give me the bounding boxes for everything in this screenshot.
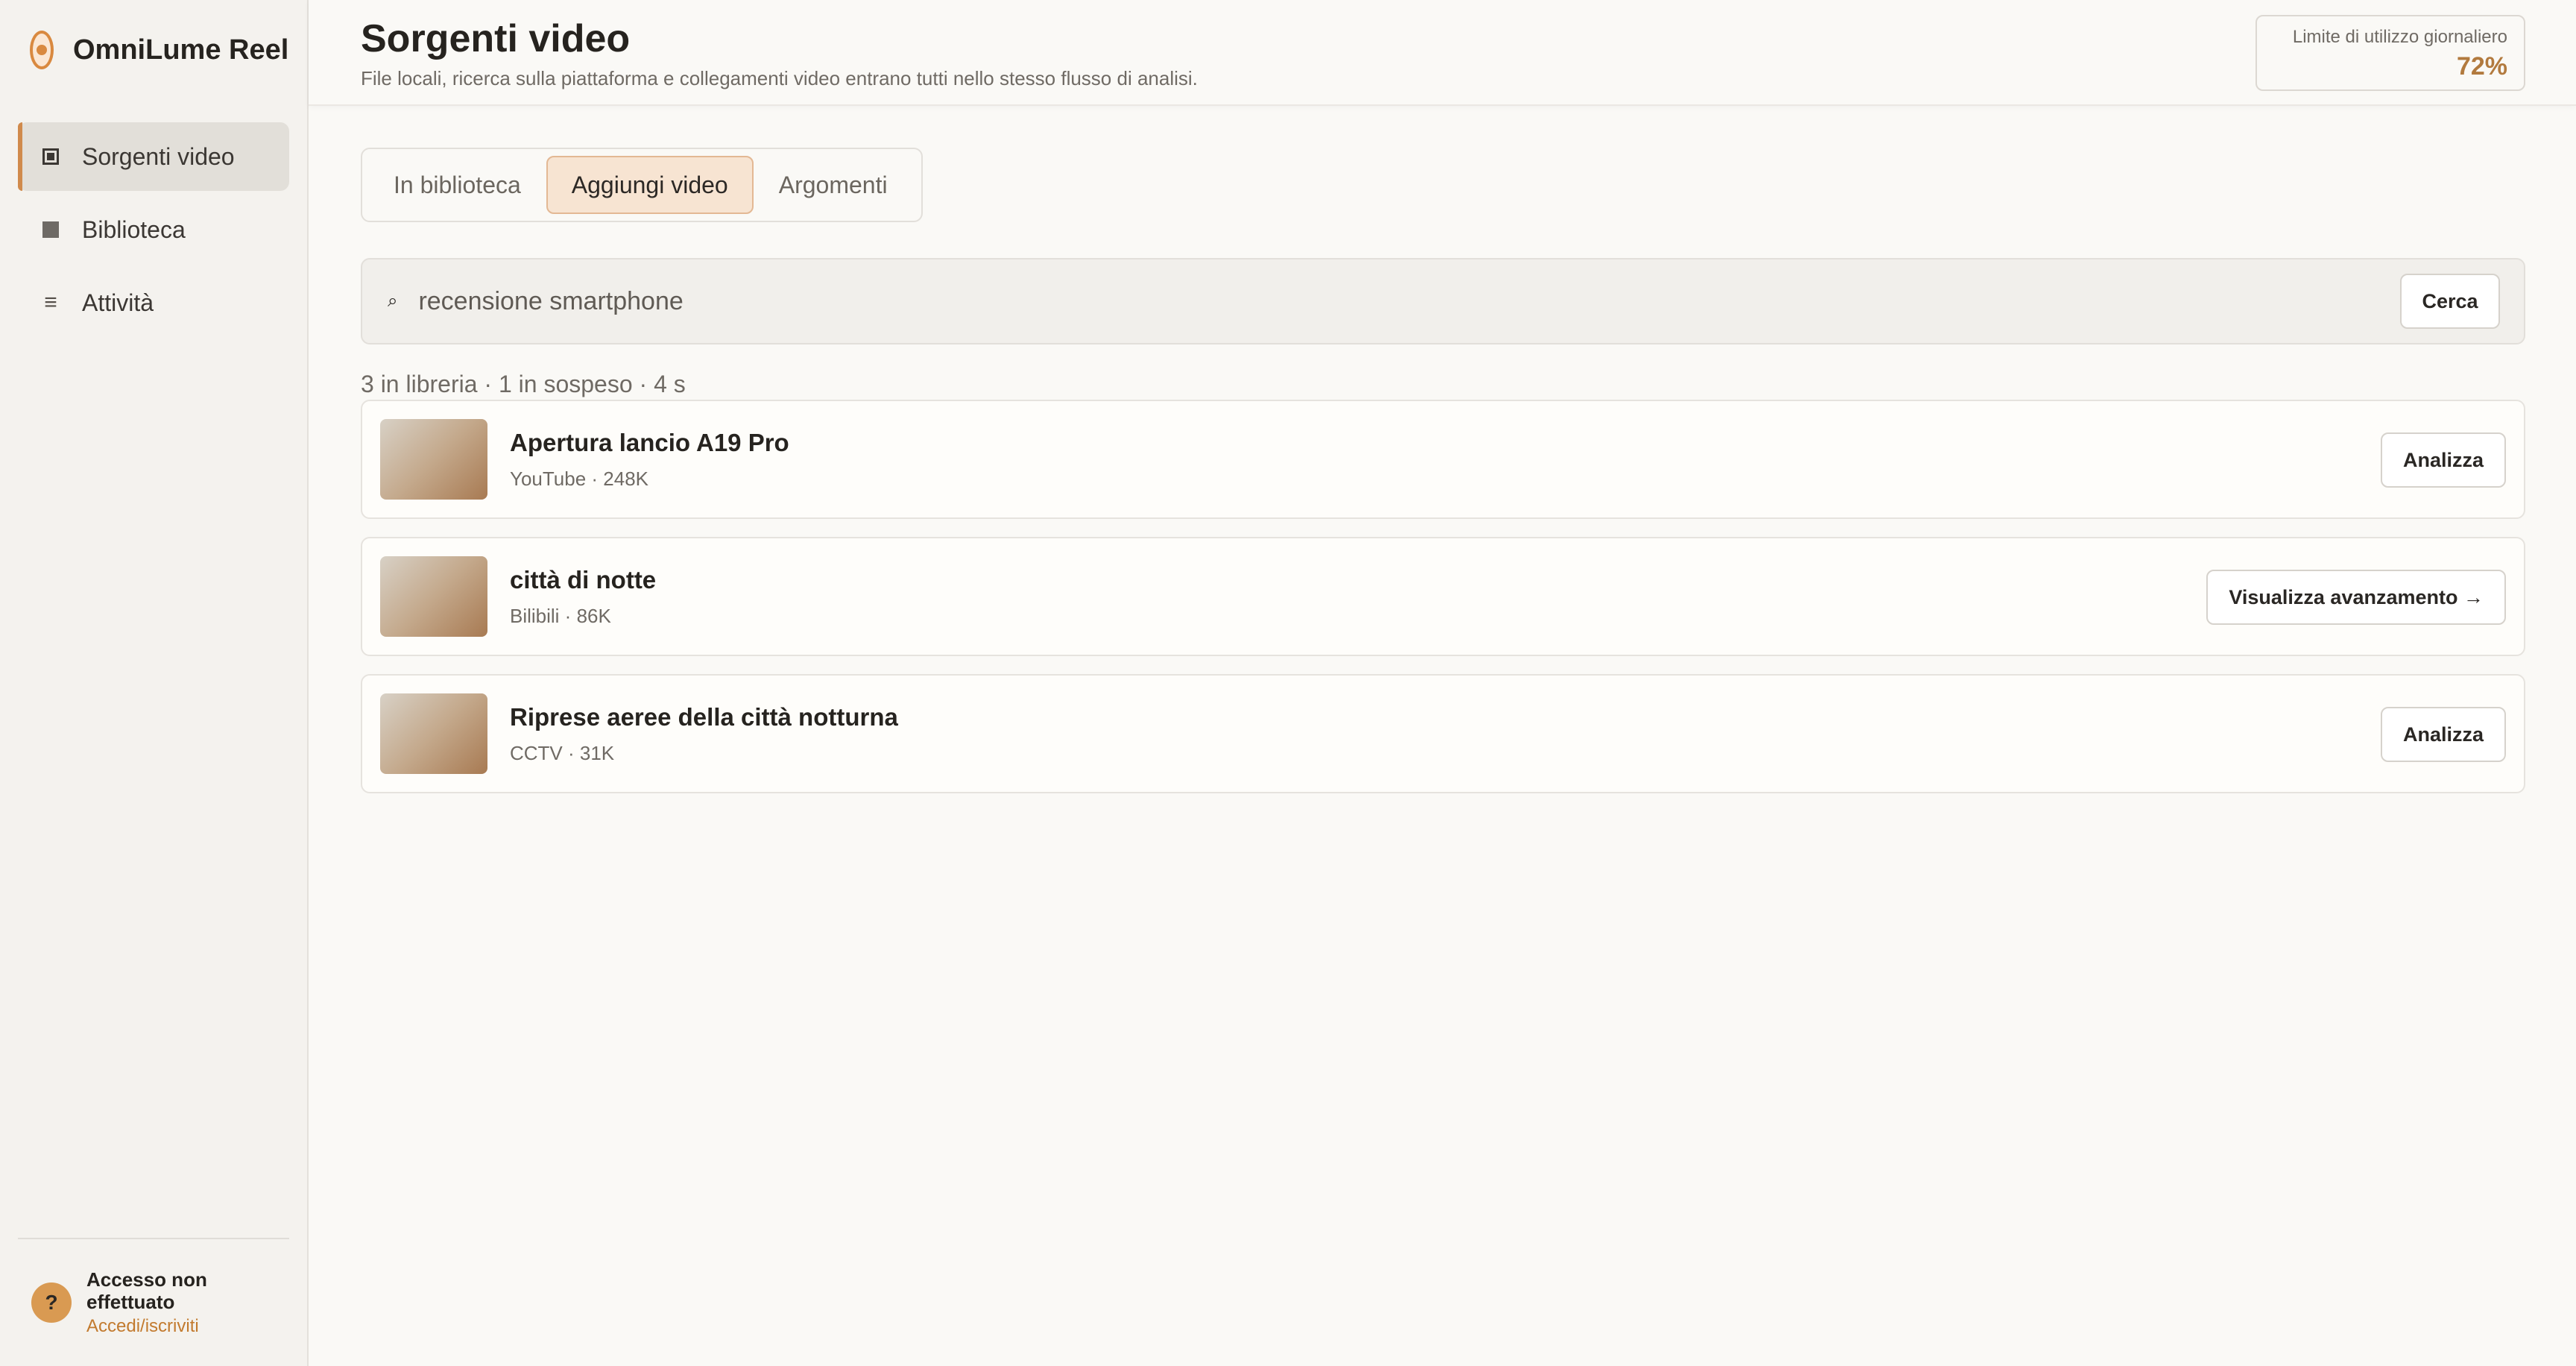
app-root: OmniLume Reel Sorgenti video Biblioteca …	[0, 0, 2576, 1366]
sidebar-nav: Sorgenti video Biblioteca ≡ Attività	[0, 122, 307, 337]
list-item-text: città di notte Bilibili · 86K	[510, 566, 656, 628]
video-meta: CCTV · 31K	[510, 741, 615, 764]
search-input[interactable]	[418, 286, 2400, 316]
tab-add-video[interactable]: Aggiungi video	[546, 156, 754, 214]
sidebar-item-label: Biblioteca	[82, 215, 186, 243]
daily-usage-limit: Limite di utilizzo giornaliero 72%	[2255, 15, 2525, 91]
page-subtitle: File locali, ricerca sulla piattaforma e…	[361, 67, 1198, 89]
sidebar-item-video-sources[interactable]: Sorgenti video	[18, 122, 289, 191]
tab-in-library[interactable]: In biblioteca	[368, 156, 546, 214]
list-item-text: Apertura lancio A19 Pro YouTube · 248K	[510, 429, 789, 491]
view-progress-button[interactable]: Visualizza avanzamento →	[2206, 570, 2506, 625]
sidebar-item-label: Sorgenti video	[82, 142, 235, 170]
search-bar: ⌕ Cerca	[361, 258, 2525, 344]
video-thumbnail[interactable]	[380, 693, 487, 774]
source-tabs: In biblioteca Aggiungi video Argomenti	[361, 148, 923, 222]
tab-topics[interactable]: Argomenti	[754, 156, 913, 214]
library-icon	[42, 221, 60, 238]
video-title: città di notte	[510, 565, 657, 594]
usage-label: Limite di utilizzo giornaliero	[2292, 27, 2507, 47]
sign-in-link[interactable]: Accedi/iscriviti	[86, 1316, 243, 1337]
video-title: Riprese aeree della città notturna	[510, 702, 898, 731]
results-list: Apertura lancio A19 Pro YouTube · 248K A…	[361, 400, 2525, 811]
search-button[interactable]: Cerca	[2400, 274, 2500, 329]
list-icon: ≡	[44, 290, 57, 315]
video-meta: Bilibili · 86K	[510, 604, 611, 627]
user-panel: ? Accesso non effettuato Accedi/iscrivit…	[18, 1238, 289, 1366]
user-text: Accesso non effettuato Accedi/iscriviti	[86, 1268, 243, 1337]
brand-logo-icon	[30, 31, 54, 69]
list-item-text: Riprese aeree della città notturna CCTV …	[510, 703, 898, 765]
results-summary: 3 in libreria · 1 in sospeso · 4 s	[361, 371, 686, 397]
avatar[interactable]: ?	[31, 1282, 72, 1323]
list-item: città di notte Bilibili · 86K Visualizza…	[361, 537, 2525, 656]
main-content: Sorgenti video File locali, ricerca sull…	[309, 0, 2576, 1366]
sidebar: OmniLume Reel Sorgenti video Biblioteca …	[0, 0, 309, 1366]
video-source-icon	[42, 148, 60, 165]
video-meta: YouTube · 248K	[510, 467, 648, 490]
brand: OmniLume Reel	[0, 0, 307, 100]
brand-name: OmniLume Reel	[73, 34, 289, 66]
usage-value: 72%	[2456, 52, 2507, 81]
sidebar-item-label: Attività	[82, 289, 154, 316]
sidebar-item-library[interactable]: Biblioteca	[18, 195, 289, 264]
page-header: Sorgenti video File locali, ricerca sull…	[309, 0, 2576, 106]
page-title: Sorgenti video	[361, 17, 631, 60]
video-thumbnail[interactable]	[380, 419, 487, 500]
video-thumbnail[interactable]	[380, 556, 487, 637]
list-item: Apertura lancio A19 Pro YouTube · 248K A…	[361, 400, 2525, 519]
analyze-button[interactable]: Analizza	[2380, 432, 2506, 488]
search-icon: ⌕	[388, 291, 398, 311]
list-item: Riprese aeree della città notturna CCTV …	[361, 674, 2525, 793]
sidebar-item-activity[interactable]: ≡ Attività	[18, 268, 289, 337]
video-title: Apertura lancio A19 Pro	[510, 428, 789, 456]
user-status: Accesso non effettuato	[86, 1268, 207, 1313]
analyze-button[interactable]: Analizza	[2380, 707, 2506, 762]
